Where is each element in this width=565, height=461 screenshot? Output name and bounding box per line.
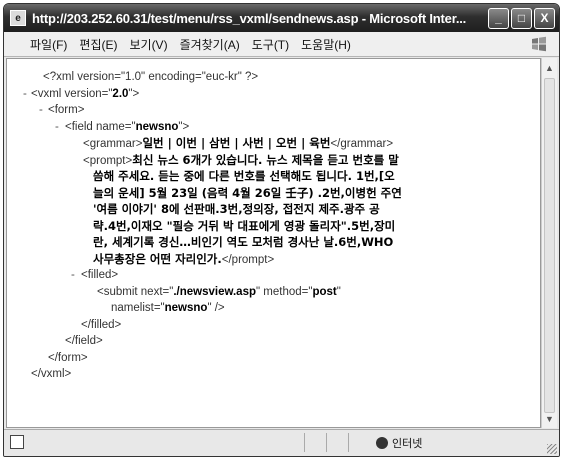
menu-view[interactable]: 보기(V) [123,36,173,53]
form-open-tag: <form> [48,104,85,116]
prompt-close: </prompt> [221,253,275,266]
prompt-text-5: 략.4번,이재오 "필승 거뒤 박 대표에게 영광 돌리자".5번,장미 [93,218,396,233]
prompt-line-1: <prompt>최신 뉴스 6개가 있습니다. 뉴스 제목을 듣고 번호를 말 [83,152,399,170]
menu-tools[interactable]: 도구(T) [246,36,295,53]
close-icon: X [540,11,549,25]
status-bar: 인터넷 [4,429,559,456]
namelist-attr: namelist="newsno" /> [111,300,225,317]
submit-end: " [336,285,341,298]
prompt-text-1: 최신 뉴스 6개가 있습니다. 뉴스 제목을 듣고 번호를 말 [132,152,399,167]
field-name-value: newsno [135,120,179,133]
scroll-thumb[interactable] [544,78,555,413]
security-zone: 인터넷 [376,435,422,451]
vxml-open-tag: <vxml version="2.0"> [31,86,139,103]
minimize-button[interactable]: _ [488,7,509,29]
prompt-text-3: 늘의 운세] 5월 23일 (음력 4월 26일 壬子) .2번,이병헌 주연 [93,185,402,200]
prompt-open: <prompt> [83,154,133,167]
submit-pre: <submit next=" [97,285,174,298]
prompt-text-4: '여름 이야기' 8에 선판매.3번,정의장, 접전지 제주.광주 공 [93,202,380,216]
xml-declaration: <?xml version="1.0" encoding="euc-kr" ?> [43,71,259,83]
submit-next-value: ./newsview.asp [173,285,256,298]
menu-edit[interactable]: 편집(E) [73,36,123,53]
form-close-tag: </form> [48,351,88,364]
prompt-text-2: 씀해 주세요. 듣는 중에 다른 번호를 선택해도 됩니다. 1번,[오 [93,169,395,183]
collapse-filled-toggle[interactable]: - [71,267,75,284]
vertical-scrollbar[interactable]: ▲ ▼ [541,58,557,428]
menu-favorites[interactable]: 즐겨찾기(A) [174,36,246,53]
xml-document-view[interactable]: <?xml version="1.0" encoding="euc-kr" ?>… [6,58,541,428]
prompt-text-7: 사무총장은 어떤 자리인가. [93,251,222,266]
globe-icon [376,437,388,449]
scroll-down-icon[interactable]: ▼ [542,411,557,426]
field-open-tag: <field name="newsno"> [65,119,189,136]
vxml-open-pre: <vxml version=" [31,87,113,100]
collapse-form-toggle[interactable]: - [39,102,43,119]
resize-grip[interactable] [547,444,557,454]
maximize-icon: □ [517,11,526,25]
grammar-open: <grammar> [83,138,143,150]
namelist-post: " /> [207,302,225,314]
submit-tag: <submit next="./newsview.asp" method="po… [97,284,341,301]
browser-window: e http://203.252.60.31/test/menu/rss_vxm… [3,3,560,457]
window-title: http://203.252.60.31/test/menu/rss_vxml/… [32,10,467,26]
title-bar[interactable]: e http://203.252.60.31/test/menu/rss_vxm… [4,4,559,32]
collapse-field-toggle[interactable]: - [55,119,59,136]
namelist-pre: namelist=" [111,302,165,314]
grammar-element: <grammar>일번 | 이번 | 삼번 | 사번 | 오번 | 육번</gr… [83,135,393,153]
grammar-text: 일번 | 이번 | 삼번 | 사번 | 오번 | 육번 [142,136,331,150]
ie-page-icon: e [10,10,26,26]
menu-bar: 파일(F) 편집(E) 보기(V) 즐겨찾기(A) 도구(T) 도움말(H) [4,32,559,57]
submit-method-value: post [312,285,337,298]
minimize-icon: _ [495,11,502,25]
window-controls: _ □ X [488,7,555,29]
vxml-open-post: "> [128,87,140,100]
menu-file[interactable]: 파일(F) [4,36,73,53]
filled-close-tag: </filled> [81,318,122,331]
namelist-value: newsno [164,302,208,314]
menu-help[interactable]: 도움말(H) [295,36,357,53]
status-divider [348,433,349,452]
maximize-button[interactable]: □ [511,7,532,29]
filled-open-tag: <filled> [81,269,119,281]
windows-logo-icon [529,34,549,54]
prompt-line-7: 사무총장은 어떤 자리인가.</prompt> [93,251,274,269]
prompt-text-6: 란, 세계기록 경신…비인기 역도 모처럼 경사난 날.6번,WHO [93,235,394,249]
close-button[interactable]: X [534,7,555,29]
field-close-tag: </field> [65,335,103,347]
submit-mid: " method=" [256,285,313,298]
vxml-close-tag: </vxml> [31,368,72,380]
status-divider [326,433,327,452]
field-open-post: "> [178,120,190,133]
zone-label: 인터넷 [392,438,423,450]
scroll-up-icon[interactable]: ▲ [542,60,557,75]
grammar-close: </grammar> [330,138,394,150]
status-divider [304,433,305,452]
collapse-vxml-toggle[interactable]: - [23,86,27,103]
field-open-pre: <field name=" [65,120,136,133]
status-page-icon [10,435,24,449]
vxml-version-value: 2.0 [112,87,129,100]
